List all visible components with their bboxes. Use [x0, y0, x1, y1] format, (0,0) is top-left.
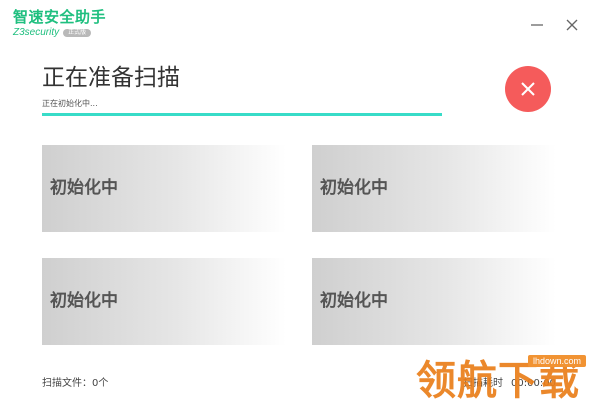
- scan-item-status: 初始化中: [50, 291, 118, 311]
- app-logo: 智速安全助手 Z3security 正式版: [13, 8, 106, 39]
- version-badge: 正式版: [63, 29, 92, 37]
- scan-status-text: 正在初始化中...: [42, 99, 98, 108]
- app-title: 智速安全助手: [13, 8, 107, 26]
- scan-item-card: 初始化中: [312, 258, 556, 345]
- app-subtitle-row: Z3security 正式版: [13, 27, 106, 39]
- scan-item-status: 初始化中: [50, 178, 118, 198]
- minus-icon: [531, 24, 543, 26]
- watermark: 领航下载 lhdown.com: [414, 350, 599, 410]
- scan-item-card: 初始化中: [42, 258, 286, 345]
- scan-progress-bar: [42, 113, 442, 116]
- scan-item-card: 初始化中: [42, 145, 286, 232]
- scanned-files-count: 扫描文件：0个: [42, 378, 109, 389]
- minimize-button[interactable]: [526, 14, 548, 36]
- scan-item-card: 初始化中: [312, 145, 556, 232]
- scan-item-status: 初始化中: [320, 291, 388, 311]
- close-icon: [521, 82, 535, 96]
- close-icon: [566, 19, 578, 31]
- scan-status-title: 正在准备扫描: [42, 65, 180, 91]
- scan-progress-fill: [42, 113, 442, 116]
- app-subtitle: Z3security: [13, 27, 60, 38]
- scan-item-status: 初始化中: [320, 178, 388, 198]
- watermark-url: lhdown.com: [528, 355, 587, 367]
- stop-scan-button[interactable]: [505, 66, 551, 112]
- close-window-button[interactable]: [561, 14, 583, 36]
